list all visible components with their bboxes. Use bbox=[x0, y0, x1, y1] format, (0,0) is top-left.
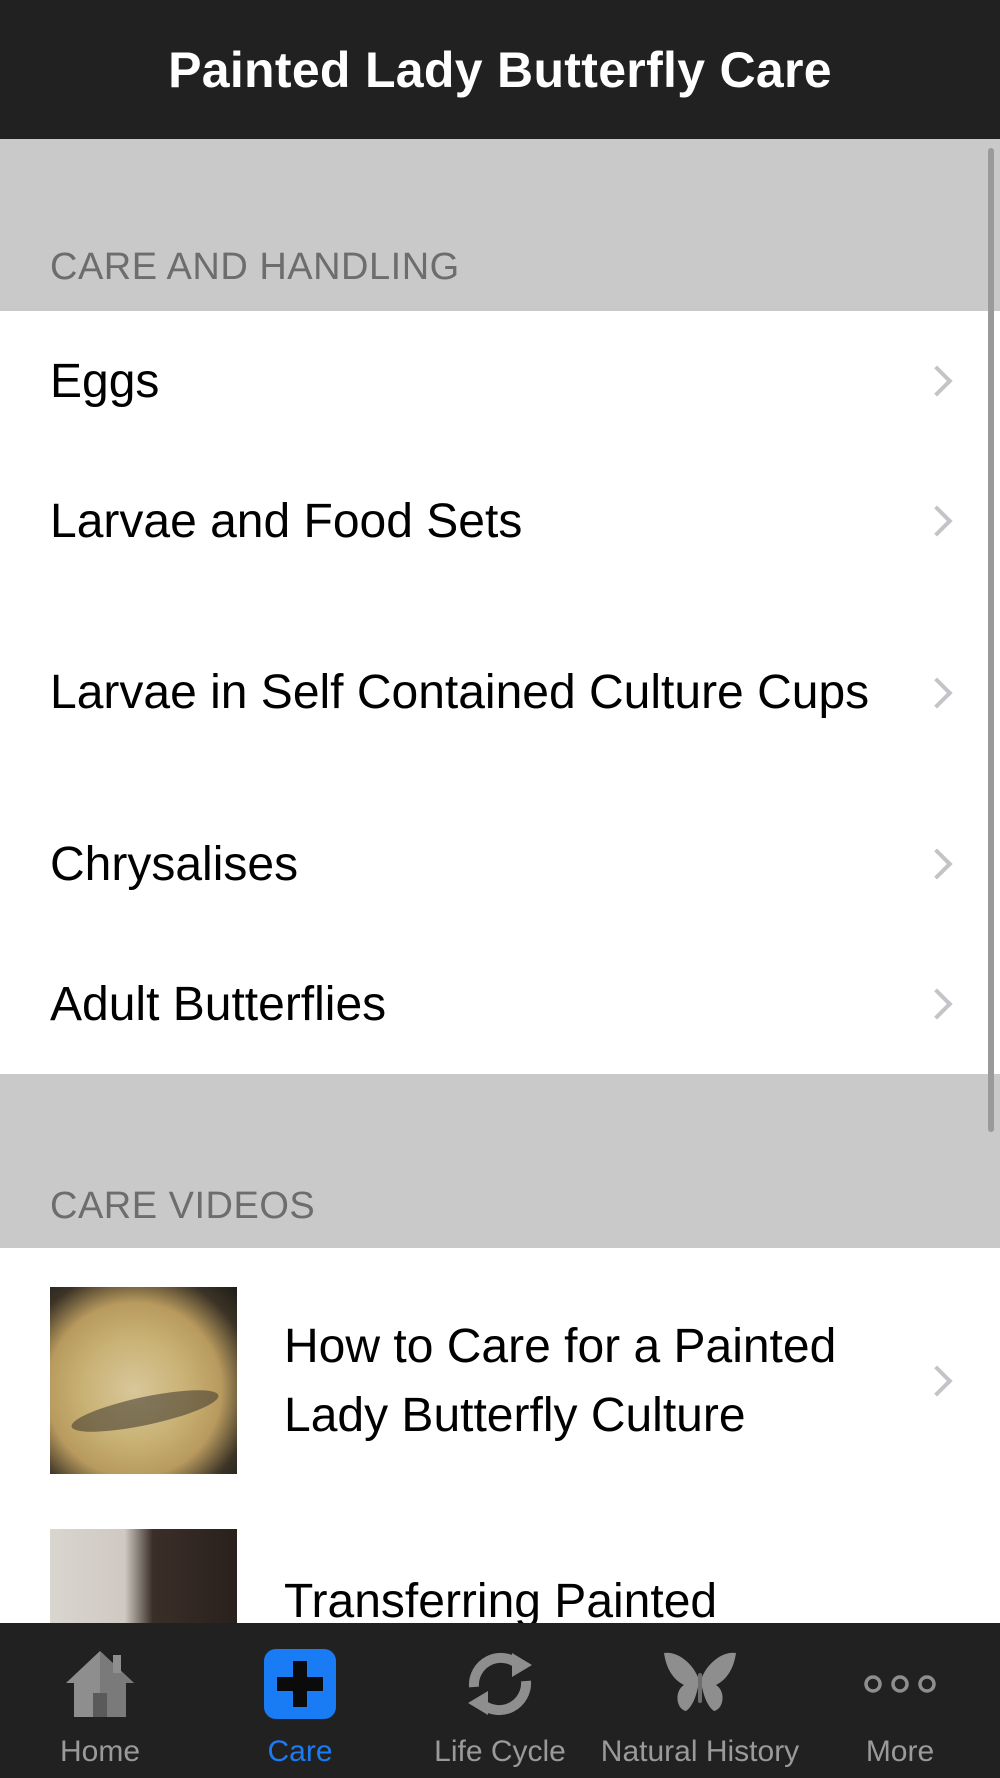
list-item-label: Adult Butterflies bbox=[50, 977, 387, 1031]
list-item-eggs[interactable]: Eggs bbox=[0, 311, 1000, 451]
list-item-label: Larvae and Food Sets bbox=[50, 494, 523, 548]
chevron-right-icon bbox=[921, 676, 953, 709]
tab-more[interactable]: More bbox=[800, 1623, 1000, 1778]
more-icon bbox=[864, 1675, 936, 1693]
home-icon bbox=[66, 1651, 134, 1717]
list-item-label: Larvae in Self Contained Culture Cups bbox=[50, 666, 870, 719]
video-item-transferring[interactable]: Transferring Painted bbox=[0, 1513, 1000, 1623]
section-title: CARE VIDEOS bbox=[50, 1185, 316, 1227]
video-thumbnail bbox=[50, 1529, 237, 1623]
tab-home[interactable]: Home bbox=[0, 1623, 200, 1778]
tab-label: Home bbox=[59, 1735, 141, 1768]
video-thumbnail bbox=[50, 1287, 237, 1474]
section-header-care-and-handling: CARE AND HANDLING bbox=[0, 139, 1000, 311]
tab-label: Natural History bbox=[600, 1735, 800, 1768]
app-screen: Painted Lady Butterfly Care CARE AND HAN… bbox=[0, 0, 1000, 1778]
tab-label: More bbox=[865, 1735, 935, 1768]
chevron-right-icon bbox=[921, 505, 953, 537]
list-item-label: Chrysalises bbox=[50, 837, 299, 891]
tab-label: Life Cycle bbox=[434, 1735, 566, 1768]
care-and-handling-group: Eggs Larvae and Food Sets Larvae in Self… bbox=[0, 311, 1000, 1074]
butterfly-icon bbox=[664, 1652, 736, 1711]
cycle-icon bbox=[468, 1652, 532, 1716]
chevron-right-icon bbox=[921, 1364, 953, 1397]
scroll-indicator[interactable] bbox=[988, 148, 994, 1132]
chevron-right-icon bbox=[921, 988, 953, 1020]
plus-icon bbox=[264, 1649, 336, 1719]
video-item-care-culture[interactable]: How to Care for a Painted Lady Butterfly… bbox=[0, 1248, 1000, 1513]
list-item-larvae-food-sets[interactable]: Larvae and Food Sets bbox=[0, 451, 1000, 591]
list-item-chrysalises[interactable]: Chrysalises bbox=[0, 794, 1000, 934]
list-item-larvae-culture-cups[interactable]: Larvae in Self Contained Culture Cups bbox=[0, 591, 1000, 794]
navigation-bar: Painted Lady Butterfly Care bbox=[0, 0, 1000, 139]
care-list[interactable]: CARE AND HANDLING Eggs Larvae and Food S… bbox=[0, 139, 1000, 1623]
video-title: Transferring Painted bbox=[284, 1575, 718, 1623]
video-title: How to Care for a Painted Lady Butterfly… bbox=[284, 1319, 837, 1442]
section-title: CARE AND HANDLING bbox=[50, 246, 460, 288]
tab-bar: Home Care Life Cycle Natural History Mor… bbox=[0, 1623, 1000, 1778]
chevron-right-icon bbox=[921, 848, 953, 880]
tab-care[interactable]: Care bbox=[200, 1623, 400, 1778]
chevron-right-icon bbox=[921, 365, 953, 397]
section-header-care-videos: CARE VIDEOS bbox=[0, 1074, 1000, 1248]
page-title: Painted Lady Butterfly Care bbox=[168, 41, 832, 98]
care-videos-group: How to Care for a Painted Lady Butterfly… bbox=[0, 1248, 1000, 1623]
list-item-label: Eggs bbox=[50, 354, 160, 408]
tab-natural-history[interactable]: Natural History bbox=[600, 1623, 800, 1778]
tab-label: Care bbox=[267, 1735, 333, 1768]
list-item-adult-butterflies[interactable]: Adult Butterflies bbox=[0, 934, 1000, 1074]
tab-life-cycle[interactable]: Life Cycle bbox=[400, 1623, 600, 1778]
